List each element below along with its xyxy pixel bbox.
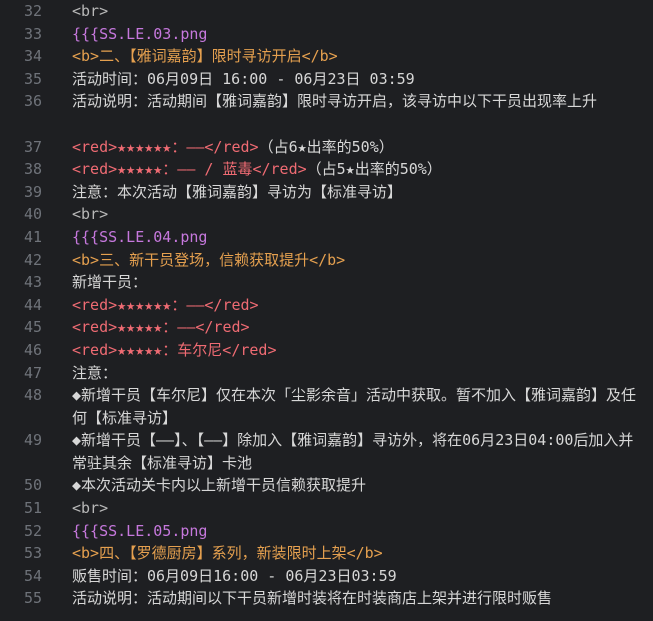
code-token: {{{SS.LE.04.png [72,227,208,246]
code-line[interactable]: 33 {{{SS.LE.03.png [0,23,653,46]
line-number: 42 [23,250,42,269]
code-line[interactable]: 41 {{{SS.LE.04.png [0,226,653,249]
line-number: 34 [23,47,42,66]
code-token: 注意：本次活动【雅词嘉韵】寻访为【标准寻访】 [72,182,403,201]
code-line[interactable]: 36 活动说明：活动期间【雅词嘉韵】限时寻访开启，该寻访中以下干员出现率上升 [0,90,653,135]
code-token: <red>★★★★★：——</red> [72,318,250,337]
code-content[interactable]: 新增干员： [52,271,647,294]
code-content[interactable]: 活动说明：活动期间【雅词嘉韵】限时寻访开启，该寻访中以下干员出现率上升 [52,90,647,135]
code-line[interactable]: 53 <b>四、【罗德厨房】系列，新装限时上架</b> [0,542,653,565]
code-line[interactable]: 52 {{{SS.LE.05.png [0,520,653,543]
code-line[interactable]: 35 活动时间：06月09日 16:00 - 06月23日 03:59 [0,68,653,91]
code-token: <red>★★★★★★：——</red> [72,137,259,156]
code-line[interactable]: 40 <br> [0,203,653,226]
code-content[interactable]: <b>二、【雅词嘉韵】限时寻访开启</b> [52,45,647,68]
code-token: <red>★★★★★：—— / 蓝毒</red> [72,160,307,179]
code-token: 活动说明：活动期间以下干员新增时装将在时装商店上架并进行限时贩售 [72,589,553,608]
code-token: <br> [72,205,109,224]
code-content[interactable]: <b>四、【罗德厨房】系列，新装限时上架</b> [52,542,647,565]
line-number: 33 [23,24,42,43]
code-content[interactable]: 注意： [52,362,647,385]
code-token: <b>四、【罗德厨房】系列，新装限时上架</b> [72,544,383,563]
code-line[interactable]: 43 新增干员： [0,271,653,294]
code-token: 活动说明：活动期间【雅词嘉韵】限时寻访开启，该寻访中以下干员出现率上升 [72,92,598,111]
code-token: <red>★★★★★★：——</red> [72,295,259,314]
line-number: 40 [23,205,42,224]
code-token: ◆新增干员【——】、【——】除加入【雅词嘉韵】寻访外，将在06月23日04:00… [72,431,634,472]
code-line[interactable]: 34 <b>二、【雅词嘉韵】限时寻访开启</b> [0,45,653,68]
code-content[interactable]: <br> [52,0,647,23]
code-line[interactable]: 50 ◆本次活动关卡内以上新增干员信赖获取提升 [0,474,653,497]
code-token: （占5★出率的50%） [306,160,442,179]
code-token: ◆新增干员【车尔尼】仅在本次「尘影余音」活动中获取。暂不加入【雅词嘉韵】及任何【… [72,386,637,427]
code-line[interactable]: 39 注意：本次活动【雅词嘉韵】寻访为【标准寻访】 [0,181,653,204]
line-number: 52 [23,521,42,540]
code-content[interactable]: 贩售时间：06月09日16:00 - 06月23日03:59 [52,565,647,588]
line-number: 36 [23,92,42,111]
line-number: 38 [23,160,42,179]
code-token: 新增干员： [72,273,148,292]
code-token: <b>三、新干员登场，信赖获取提升</b> [72,250,346,269]
code-content[interactable]: 活动说明：活动期间以下干员新增时装将在时装商店上架并进行限时贩售 [52,587,647,610]
code-line[interactable]: 48 ◆新增干员【车尔尼】仅在本次「尘影余音」活动中获取。暂不加入【雅词嘉韵】及任… [0,384,653,429]
line-number: 49 [23,431,42,450]
code-content[interactable]: ◆本次活动关卡内以上新增干员信赖获取提升 [52,474,647,497]
line-number: 47 [23,363,42,382]
code-content[interactable]: <red>★★★★★★：——</red> [52,294,647,317]
code-content[interactable]: <br> [52,497,647,520]
code-line[interactable]: 49 ◆新增干员【——】、【——】除加入【雅词嘉韵】寻访外，将在06月23日04:… [0,429,653,474]
line-number: 50 [23,476,42,495]
line-number: 51 [23,499,42,518]
code-token: （占6★出率的50%） [258,137,394,156]
code-line[interactable]: 45 <red>★★★★★：——</red> [0,316,653,339]
code-line[interactable]: 55 活动说明：活动期间以下干员新增时装将在时装商店上架并进行限时贩售 [0,587,653,610]
code-token: 活动时间：06月09日 16:00 - 06月23日 03:59 [72,69,415,88]
code-editor[interactable]: 32 <br> 33 {{{SS.LE.03.png 34 <b>二、【雅词嘉韵】限时寻访… [0,0,653,621]
code-content[interactable]: <b>三、新干员登场，信赖获取提升</b> [52,249,647,272]
code-content[interactable]: 活动时间：06月09日 16:00 - 06月23日 03:59 [52,68,647,91]
code-line[interactable]: 47 注意： [0,362,653,385]
code-token: <red>★★★★★：车尔尼</red> [72,340,277,359]
line-number: 45 [23,318,42,337]
code-line[interactable]: 44 <red>★★★★★★：——</red> [0,294,653,317]
code-content[interactable]: <red>★★★★★：—— / 蓝毒</red>（占5★出率的50%） [52,158,647,181]
code-content[interactable]: 注意：本次活动【雅词嘉韵】寻访为【标准寻访】 [52,181,647,204]
code-line[interactable]: 46 <red>★★★★★：车尔尼</red> [0,339,653,362]
code-line[interactable]: 37 <red>★★★★★★：——</red>（占6★出率的50%） [0,136,653,159]
line-number: 39 [23,182,42,201]
code-content[interactable]: ◆新增干员【——】、【——】除加入【雅词嘉韵】寻访外，将在06月23日04:00… [52,429,647,474]
code-line[interactable]: 51 <br> [0,497,653,520]
code-token: <br> [72,2,109,20]
code-token: {{{SS.LE.03.png [72,24,208,43]
code-content[interactable]: {{{SS.LE.04.png [52,226,647,249]
line-number: 32 [23,2,42,20]
code-token: {{{SS.LE.05.png [72,521,208,540]
code-content[interactable]: ◆新增干员【车尔尼】仅在本次「尘影余音」活动中获取。暂不加入【雅词嘉韵】及任何【… [52,384,647,429]
line-number: 54 [23,566,42,585]
code-content[interactable]: <red>★★★★★：车尔尼</red> [52,339,647,362]
code-token: 贩售时间：06月09日16:00 - 06月23日03:59 [72,566,397,585]
code-content[interactable]: {{{SS.LE.03.png [52,23,647,46]
code-content[interactable]: <br> [52,203,647,226]
code-content[interactable]: <red>★★★★★：——</red> [52,316,647,339]
line-number: 44 [23,295,42,314]
code-line[interactable]: 38 <red>★★★★★：—— / 蓝毒</red>（占5★出率的50%） [0,158,653,181]
code-token: ◆本次活动关卡内以上新增干员信赖获取提升 [72,476,367,495]
code-content[interactable]: {{{SS.LE.05.png [52,520,647,543]
line-number: 53 [23,544,42,563]
line-number: 41 [23,227,42,246]
code-token: 注意： [72,363,118,382]
code-token: <b>二、【雅词嘉韵】限时寻访开启</b> [72,47,338,66]
line-number: 48 [23,386,42,405]
code-token: <br> [72,499,109,518]
code-line[interactable]: 32 <br> [0,0,653,23]
code-content[interactable]: <red>★★★★★★：——</red>（占6★出率的50%） [52,136,647,159]
code-line[interactable]: 42 <b>三、新干员登场，信赖获取提升</b> [0,249,653,272]
line-number: 35 [23,69,42,88]
line-number: 55 [23,589,42,608]
line-number: 37 [23,137,42,156]
line-number: 43 [23,273,42,292]
code-line[interactable]: 54 贩售时间：06月09日16:00 - 06月23日03:59 [0,565,653,588]
line-number: 46 [23,340,42,359]
